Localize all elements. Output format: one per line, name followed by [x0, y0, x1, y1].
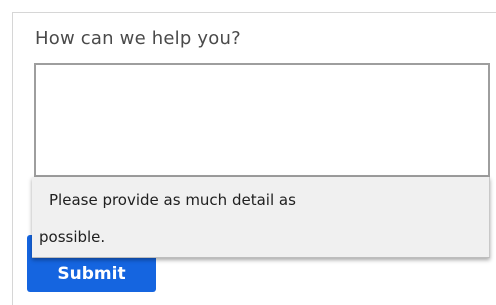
help-textarea[interactable]	[34, 63, 490, 177]
validation-tooltip: Please provide as much detail as possibl…	[32, 177, 490, 258]
help-question-label: How can we help you?	[35, 28, 241, 49]
tooltip-message-line-1: Please provide as much detail as	[49, 191, 296, 209]
page: How can we help you? Submit Please provi…	[0, 0, 496, 305]
tooltip-message-line-2: possible.	[39, 228, 106, 246]
